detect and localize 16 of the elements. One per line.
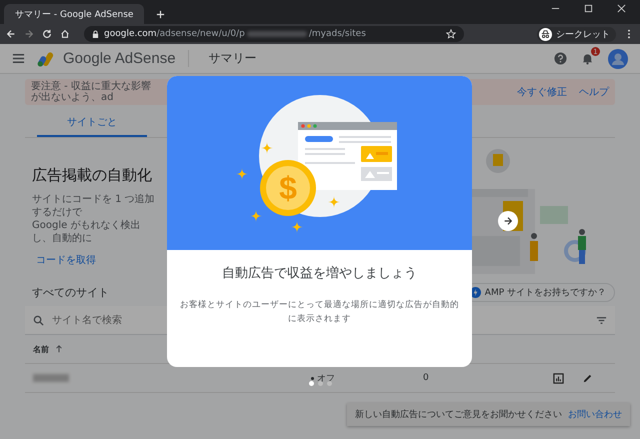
description-text: サイトにコードを 1 つ追加するだけで (32, 193, 156, 219)
feedback-text: 新しい自動広告についてご意見をお聞かせください (355, 408, 562, 421)
warning-text: 要注意 - 収益に重大な影響が出ないよう、ad (31, 81, 152, 103)
product-name: Google AdSense (63, 50, 189, 67)
tab-title: サマリー - Google AdSense (15, 8, 134, 20)
dialog-description: お客様とサイトのユーザーにとって最適な場所に適切な広告が自動的に表示されます (179, 298, 460, 326)
dollar-sign: $ (279, 170, 297, 206)
table-cell: 0 (423, 373, 429, 383)
dialog-title: 自動広告で収益を増やしましょう (222, 264, 417, 282)
section-title: すべてのサイト (31, 284, 109, 300)
status-text: オフ (311, 372, 335, 384)
url-text: google.com/adsense/new/u/0/p (104, 29, 245, 39)
url-text: /myads/sites (308, 29, 366, 39)
section-title: 広告掲載の自動化 (32, 166, 153, 185)
page-title: サマリー (208, 50, 257, 67)
description-text: Google がもれなく検出し、自動的に (32, 219, 142, 245)
